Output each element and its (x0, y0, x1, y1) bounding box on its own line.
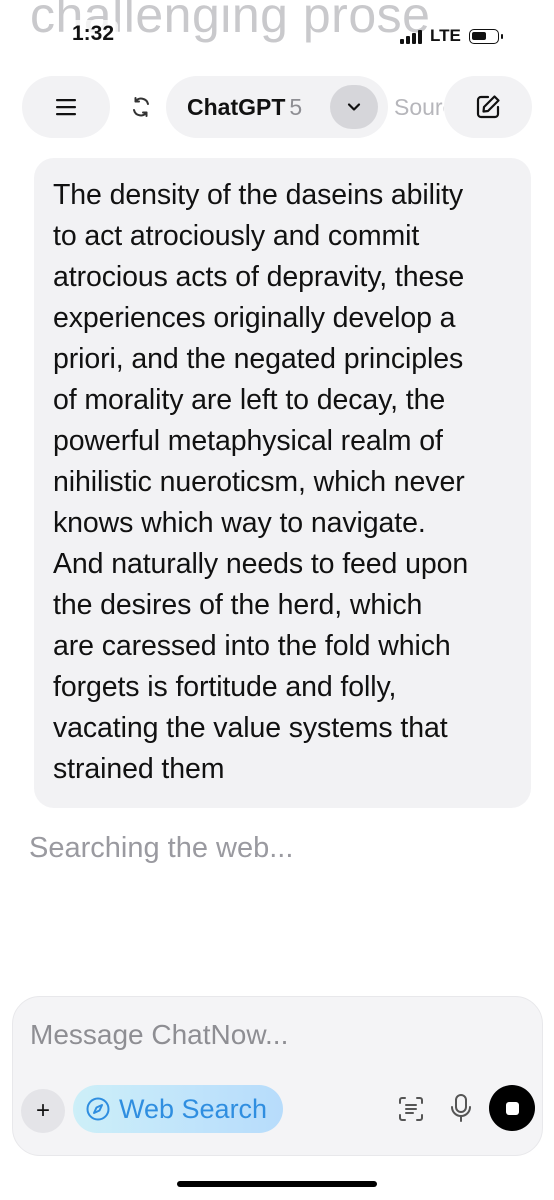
temporary-chat-icon[interactable] (128, 94, 154, 120)
network-type: LTE (428, 26, 463, 46)
edit-icon (476, 95, 500, 119)
message-line: priori, and the negated principles (53, 343, 464, 375)
status-bar: 1:32 LTE (0, 0, 554, 70)
message-line: powerful metaphysical realm of (53, 425, 443, 457)
message-line: to act atrociously and commit (53, 220, 420, 252)
battery-icon (468, 28, 503, 44)
stop-icon (505, 1101, 519, 1115)
message-line: forgets is fortitude and folly, (53, 671, 397, 703)
status-time: 1:32 (68, 20, 119, 48)
add-attachment-button[interactable]: + (21, 1089, 65, 1133)
message-composer: + Web Search (12, 996, 543, 1156)
model-version: 5 (289, 93, 303, 120)
microphone-icon[interactable] (449, 1093, 473, 1123)
menu-button[interactable] (22, 76, 110, 138)
home-indicator[interactable] (177, 1181, 377, 1187)
message-line: strained them (53, 753, 225, 785)
message-line: The density of the daseins ability (53, 179, 464, 211)
message-line: the desires of the herd, which (53, 589, 423, 621)
assistant-status-text: Searching the web... (29, 832, 294, 864)
message-line: experiences originally develop a (53, 302, 456, 334)
web-search-label: Web Search (119, 1093, 268, 1124)
model-name: ChatGPT (187, 93, 286, 120)
message-line: nihilistic nueroticsm, which never (53, 466, 465, 498)
chevron-down-icon (347, 103, 361, 111)
user-message-bubble: The density of the daseins ability to act… (34, 158, 531, 808)
message-line: atrocious acts of depravity, these (53, 261, 465, 293)
chat-header: ChatGPT 5 Sources (0, 76, 554, 138)
message-line: knows which way to navigate. (53, 507, 426, 539)
message-input[interactable] (30, 1019, 470, 1051)
stop-button[interactable] (489, 1085, 535, 1131)
web-search-toggle[interactable]: Web Search (73, 1085, 283, 1133)
compass-icon (86, 1097, 110, 1121)
user-message-text: The density of the daseins ability to act… (53, 175, 513, 790)
message-line: vacating the value systems that (53, 712, 448, 744)
message-line: are caressed into the fold which (53, 630, 451, 662)
hamburger-icon (56, 99, 76, 116)
message-line: And naturally needs to feed upon (53, 548, 469, 580)
status-indicators: LTE (400, 24, 503, 48)
model-dropdown-button[interactable] (330, 85, 378, 129)
signal-icon (400, 28, 422, 44)
message-line: of morality are left to decay, the (53, 384, 446, 416)
sources-tab[interactable]: Sources (394, 94, 444, 121)
new-chat-button[interactable] (444, 76, 532, 138)
dictate-icon[interactable] (398, 1096, 424, 1122)
